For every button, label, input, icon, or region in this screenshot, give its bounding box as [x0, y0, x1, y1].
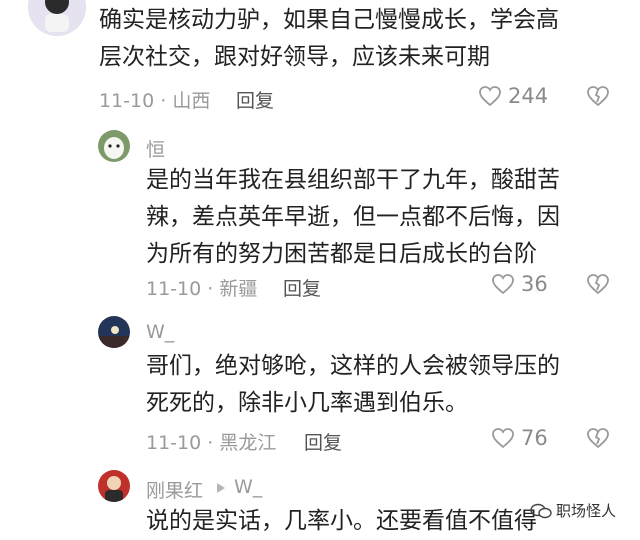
- comment-line: 确实是核动力驴，如果自己慢慢成长，学会高: [99, 7, 559, 33]
- comment-line: 辣，差点英年早逝，但一点都不后悔，因: [146, 204, 560, 230]
- reply-button[interactable]: 回复: [236, 86, 274, 113]
- watermark-text: 职场怪人: [556, 502, 617, 520]
- comment-text: 说的是实话，几率小。还要看值不值得: [146, 503, 537, 540]
- watermark: 职场怪人: [530, 500, 616, 521]
- broken-heart-icon: [587, 274, 609, 295]
- like-button[interactable]: 244: [478, 84, 548, 108]
- comment-line: 层次社交，跟对好领导，应该未来可期: [99, 44, 490, 70]
- avatar[interactable]: [98, 470, 130, 502]
- like-button[interactable]: 76: [491, 426, 548, 450]
- reply-button[interactable]: 回复: [283, 274, 321, 301]
- comment-meta: 11-10 · 新疆: [146, 278, 258, 300]
- dislike-button[interactable]: [586, 85, 610, 107]
- like-button[interactable]: 36: [491, 272, 548, 296]
- broken-heart-icon: [587, 86, 609, 107]
- avatar-image: [98, 316, 130, 348]
- comment-line: 哥们，绝对够呛，这样的人会被领导压的: [146, 353, 560, 379]
- comment-meta: 11-10 · 黑龙江: [146, 432, 277, 454]
- heart-icon: [479, 86, 501, 107]
- username[interactable]: 恒: [146, 135, 165, 162]
- comment-text: 是的当年我在县组织部干了九年，酸甜苦 辣，差点英年早逝，但一点都不后悔，因 为所…: [146, 162, 560, 273]
- avatar-image: [28, 0, 86, 36]
- broken-heart-icon: [587, 428, 609, 449]
- dislike-button[interactable]: [586, 273, 610, 295]
- comment-line: 死死的，除非小几率遇到伯乐。: [146, 390, 468, 416]
- wechat-icon: [530, 503, 552, 518]
- reply-to-username[interactable]: W_: [234, 476, 262, 498]
- heart-icon: [492, 274, 514, 295]
- comment-line: 为所有的努力困苦都是日后成长的台阶: [146, 241, 537, 267]
- comment-text: 哥们，绝对够呛，这样的人会被领导压的 死死的，除非小几率遇到伯乐。: [146, 348, 560, 422]
- comment-text: 确实是核动力驴，如果自己慢慢成长，学会高 层次社交，跟对好领导，应该未来可期: [99, 2, 559, 76]
- comment-line: 说的是实话，几率小。还要看值不值得: [146, 508, 537, 534]
- reply-arrow-icon: [216, 482, 226, 494]
- avatar[interactable]: [28, 0, 86, 36]
- like-count: 244: [508, 84, 549, 108]
- like-count: 76: [521, 426, 548, 450]
- dislike-button[interactable]: [586, 427, 610, 449]
- avatar-image: [98, 130, 130, 162]
- avatar-image: [98, 470, 130, 502]
- username[interactable]: 刚果红: [146, 476, 203, 503]
- heart-icon: [492, 428, 514, 449]
- username[interactable]: W_: [146, 321, 174, 343]
- comment-meta: 11-10 · 山西: [99, 90, 211, 112]
- avatar[interactable]: [98, 130, 130, 162]
- reply-button[interactable]: 回复: [304, 428, 342, 455]
- like-count: 36: [521, 272, 548, 296]
- comment-line: 是的当年我在县组织部干了九年，酸甜苦: [146, 167, 560, 193]
- avatar[interactable]: [98, 316, 130, 348]
